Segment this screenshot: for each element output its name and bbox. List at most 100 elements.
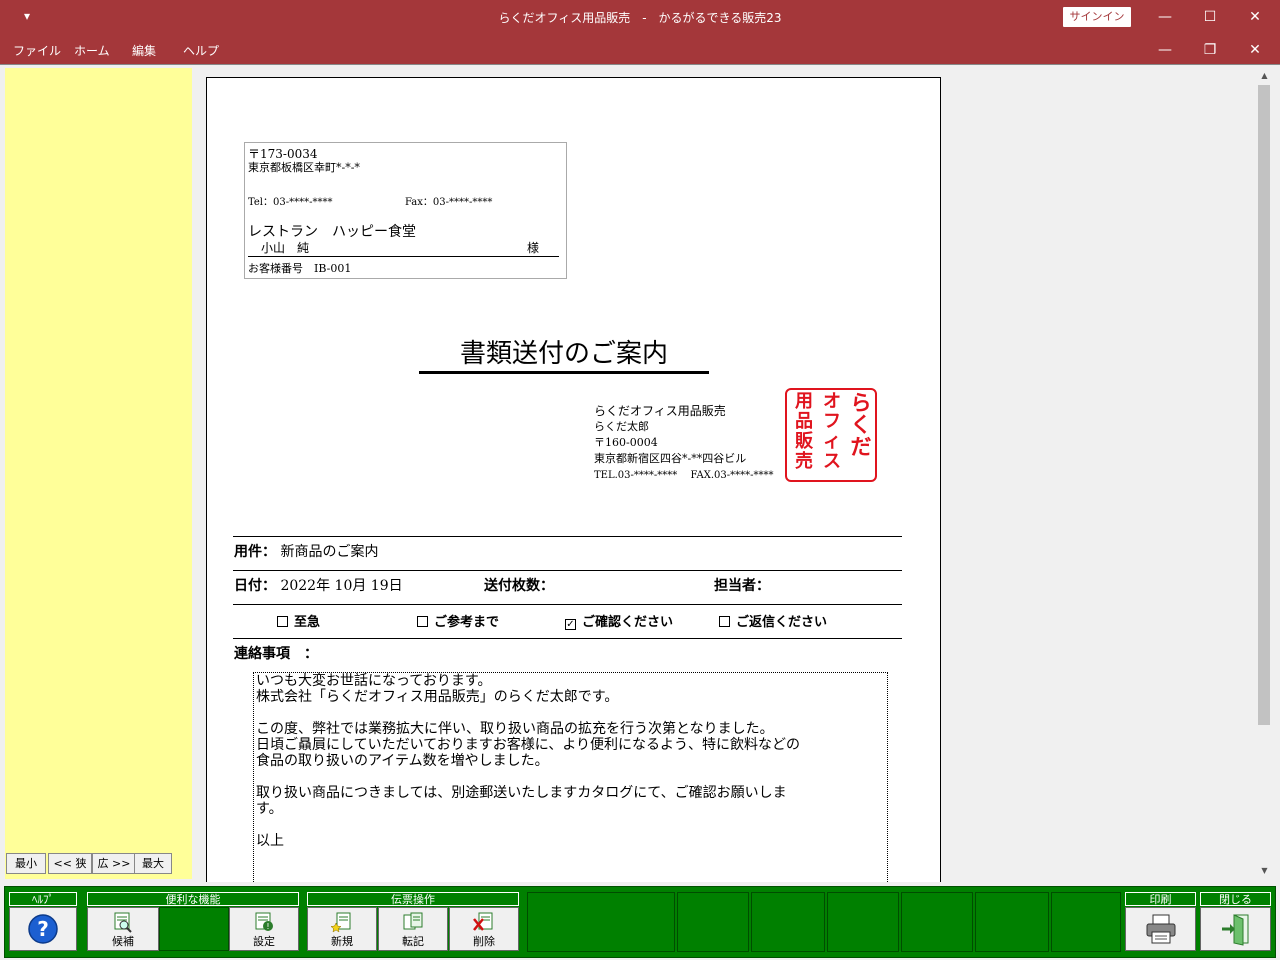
menu-home[interactable]: ホーム [74,42,110,59]
print-button[interactable] [1125,907,1196,951]
menu-help[interactable]: ヘルプ [183,42,219,59]
close-group-header: 閉じる [1200,892,1271,906]
exit-door-icon [1221,914,1248,946]
check-confirm[interactable]: ✓ ご確認ください [565,611,673,630]
date-field: 日付： 2022年 10月 19日 [234,575,403,595]
close-icon[interactable]: ✕ [1240,6,1270,28]
help-icon: ? [28,914,58,944]
stamp-column-1: らくだ [850,391,872,459]
zoom-max-button[interactable]: 最大 [134,853,172,874]
notes-line [256,769,885,785]
settings-icon: ! [255,912,273,931]
address-rule [248,256,559,257]
notes-line: 食品の取り扱いのアイテム数を増やしました。 [256,753,549,769]
doc-close-icon[interactable]: ✕ [1240,39,1270,61]
sender-address: 東京都新宿区四谷*-**四谷ビル [594,452,747,465]
empty-slot [527,892,675,952]
maximize-icon[interactable]: ☐ [1195,6,1225,28]
notes-textarea[interactable]: いつも大変お世話になっております。 株式会社「らくだオフィス用品販売」のらくだ太… [253,672,888,886]
printer-icon [1146,914,1175,944]
checkbox-icon[interactable] [277,616,288,627]
check-urgent[interactable]: 至急 [277,611,320,630]
notes-line: この度、弊社では業務拡大に伴い、取り扱い商品の拡充を行う次第となりました。 [256,721,774,737]
zoom-controls: 最小 << 狭 広 >> 最大 [6,853,190,875]
scroll-down-icon[interactable]: ▼ [1256,863,1273,879]
stamp-column-2: オフィス [823,391,841,472]
empty-slot [901,892,973,952]
transfer-button[interactable]: 転記 [378,907,448,951]
scroll-up-icon[interactable]: ▲ [1256,68,1273,84]
notes-field: 連絡事項 ： [234,643,318,663]
stamp-column-3: 用品販売 [795,391,813,472]
date-label: 日付： [234,578,276,594]
checkbox-icon[interactable] [719,616,730,627]
empty-slot [1051,892,1121,952]
check-reply[interactable]: ご返信ください [719,611,827,630]
staff-label: 担当者： [714,578,770,594]
help-button[interactable]: ? [9,907,77,951]
recipient-fax: Fax：03-****-**** [405,197,493,208]
divider [233,570,902,571]
empty-slot [159,907,229,951]
checkbox-icon[interactable] [417,616,428,627]
recipient-tel: Tel：03-****-**** [248,197,333,208]
divider [233,536,902,537]
notes-line [256,705,885,721]
empty-slot [975,892,1049,952]
recipient-person: 小山 純 [261,241,310,255]
sender-telfax: TEL.03-****-**** FAX.03-****-**** [594,470,774,481]
empty-slot [751,892,825,952]
transfer-icon [403,912,423,930]
notes-line: いつも大変お世話になっております。 [256,673,492,689]
zoom-min-button[interactable]: 最小 [6,853,46,874]
signin-button[interactable]: サインイン [1063,7,1131,27]
pages-label: 送付枚数： [484,578,554,594]
vertical-scrollbar[interactable]: ▲ ▼ [1256,68,1273,880]
convenient-group-header: 便利な機能 [87,892,299,906]
divider [233,638,902,639]
new-document-icon [331,912,351,933]
company-seal-stamp: らくだ オフィス 用品販売 [785,388,877,482]
checkbox-checked-icon[interactable]: ✓ [565,619,576,630]
menu-file[interactable]: ファイル [13,42,61,59]
doc-minimize-icon[interactable]: — [1150,39,1180,61]
notes-line: 以上 [256,833,284,849]
menu-bar: ファイル ホーム 編集 ヘルプ — ❐ ✕ [0,34,1280,64]
check-reference[interactable]: ご参考まで [417,611,499,630]
print-group-header: 印刷 [1125,892,1196,906]
help-group-header: ﾍﾙﾌﾟ [9,892,77,906]
notes-label: 連絡事項 ： [234,646,318,662]
zoom-narrow-button[interactable]: << 狭 [48,853,92,874]
pages-field: 送付枚数： [484,575,554,595]
svg-text:?: ? [37,917,49,941]
voucher-group-header: 伝票操作 [307,892,519,906]
zoom-wide-button[interactable]: 広 >> [92,853,136,874]
delete-button[interactable]: 削除 [449,907,519,951]
settings-button[interactable]: ! 設定 [229,907,299,951]
menu-edit[interactable]: 編集 [132,42,156,59]
title-underline [419,371,709,374]
recipient-honorific: 様 [527,241,540,255]
subject-value: 新商品のご案内 [280,544,379,560]
document-title: 書類送付のご案内 [459,339,668,369]
new-button[interactable]: 新規 [307,907,377,951]
scroll-thumb[interactable] [1258,85,1270,725]
doc-restore-icon[interactable]: ❐ [1195,39,1225,61]
bottom-toolbar: ﾍﾙﾌﾟ ? 便利な機能 候補 ! 設定 伝票操作 新規 転記 削除 印刷 閉じ… [0,882,1280,960]
recipient-address: 東京都板橋区幸町*-*-* [248,161,360,174]
candidate-button[interactable]: 候補 [87,907,159,951]
sender-postal: 〒160-0004 [594,436,658,449]
sender-block: らくだオフィス用品販売 らくだ太郎 〒160-0004 東京都新宿区四谷*-**… [594,402,774,482]
notes-line: 日頃ご贔屓にしていただいておりますお客様に、より便利になるよう、特に飲料などの [256,737,801,753]
minimize-icon[interactable]: — [1150,6,1180,28]
notes-line: す。 [256,801,283,817]
customer-number: お客様番号 IB-001 [248,262,352,275]
staff-field: 担当者： [714,575,770,595]
date-value: 2022年 10月 19日 [280,578,403,594]
recipient-company: レストラン ハッピー食堂 [248,224,416,240]
close-button[interactable] [1200,907,1271,951]
document-page: 〒173-0034 東京都板橋区幸町*-*-* Tel：03-****-****… [206,77,941,887]
divider [233,604,902,605]
sender-name: らくだ太郎 [594,420,649,433]
subject-field: 用件： 新商品のご案内 [234,541,378,561]
